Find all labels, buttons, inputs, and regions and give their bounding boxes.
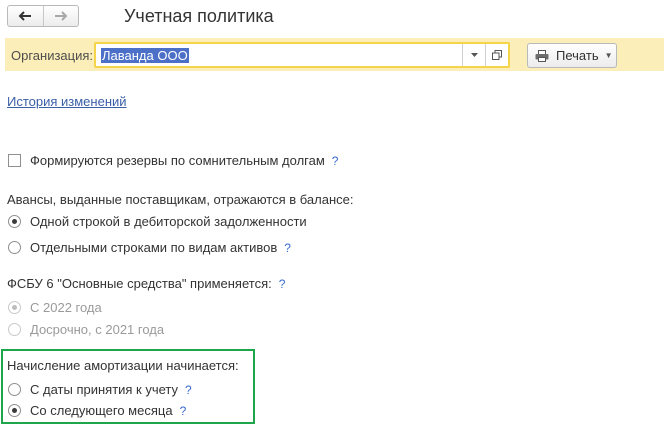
print-label: Печать <box>556 48 599 63</box>
option-label: С даты принятия к учету <box>30 382 179 397</box>
help-icon[interactable]: ? <box>180 404 187 418</box>
navigation-buttons <box>7 5 79 27</box>
organization-value: Лаванда ООО <box>101 48 189 63</box>
arrow-left-icon <box>18 11 32 21</box>
fsbu-heading: ФСБУ 6 "Основные средства" применяется: <box>7 276 272 291</box>
help-icon[interactable]: ? <box>185 383 192 397</box>
chevron-down-icon: ▼ <box>604 51 613 60</box>
radio-button[interactable] <box>8 215 21 228</box>
reserves-checkbox-row[interactable]: Формируются резервы по сомнительным долг… <box>8 153 338 168</box>
organization-label: Организация: <box>11 48 94 63</box>
radio-button <box>8 301 21 314</box>
history-link[interactable]: История изменений <box>7 94 127 109</box>
chevron-down-icon <box>470 53 478 57</box>
forward-button[interactable] <box>42 6 79 26</box>
radio-button[interactable] <box>8 241 21 254</box>
organization-open-button[interactable] <box>485 44 508 66</box>
advances-heading: Авансы, выданные поставщикам, отражаются… <box>7 192 354 207</box>
organization-input[interactable]: Лаванда ООО <box>94 42 510 68</box>
open-window-icon <box>492 50 502 60</box>
print-button[interactable]: Печать ▼ <box>527 43 617 68</box>
depreciation-option-next-month[interactable]: Со следующего месяца ? <box>8 403 186 418</box>
radio-button <box>8 323 21 336</box>
back-button[interactable] <box>8 6 43 26</box>
fsbu-heading-row: ФСБУ 6 "Основные средства" применяется: … <box>7 276 285 291</box>
reserves-checkbox[interactable] <box>8 154 21 167</box>
page-title: Учетная политика <box>124 6 274 26</box>
advances-option-separate-lines[interactable]: Отдельными строками по видам активов ? <box>8 240 291 255</box>
fsbu-option-2021: Досрочно, с 2021 года <box>8 322 164 337</box>
option-label: Досрочно, с 2021 года <box>30 322 165 337</box>
depreciation-option-acceptance-date[interactable]: С даты принятия к учету ? <box>8 382 192 397</box>
help-icon[interactable]: ? <box>284 241 291 255</box>
printer-icon <box>535 49 549 62</box>
radio-button[interactable] <box>8 404 21 417</box>
help-icon[interactable]: ? <box>279 277 286 291</box>
option-label: Со следующего месяца <box>30 403 173 418</box>
reserves-label: Формируются резервы по сомнительным долг… <box>30 153 325 168</box>
option-label: Одной строкой в дебиторской задолженност… <box>30 214 307 229</box>
radio-button[interactable] <box>8 383 21 396</box>
arrow-right-icon <box>54 11 68 21</box>
fsbu-option-2022: С 2022 года <box>8 300 102 315</box>
option-label: С 2022 года <box>30 300 102 315</box>
organization-dropdown-button[interactable] <box>462 44 485 66</box>
help-icon[interactable]: ? <box>332 154 339 168</box>
advances-option-one-line[interactable]: Одной строкой в дебиторской задолженност… <box>8 214 307 229</box>
option-label: Отдельными строками по видам активов <box>30 240 278 255</box>
depreciation-heading: Начисление амортизации начинается: <box>7 358 239 373</box>
